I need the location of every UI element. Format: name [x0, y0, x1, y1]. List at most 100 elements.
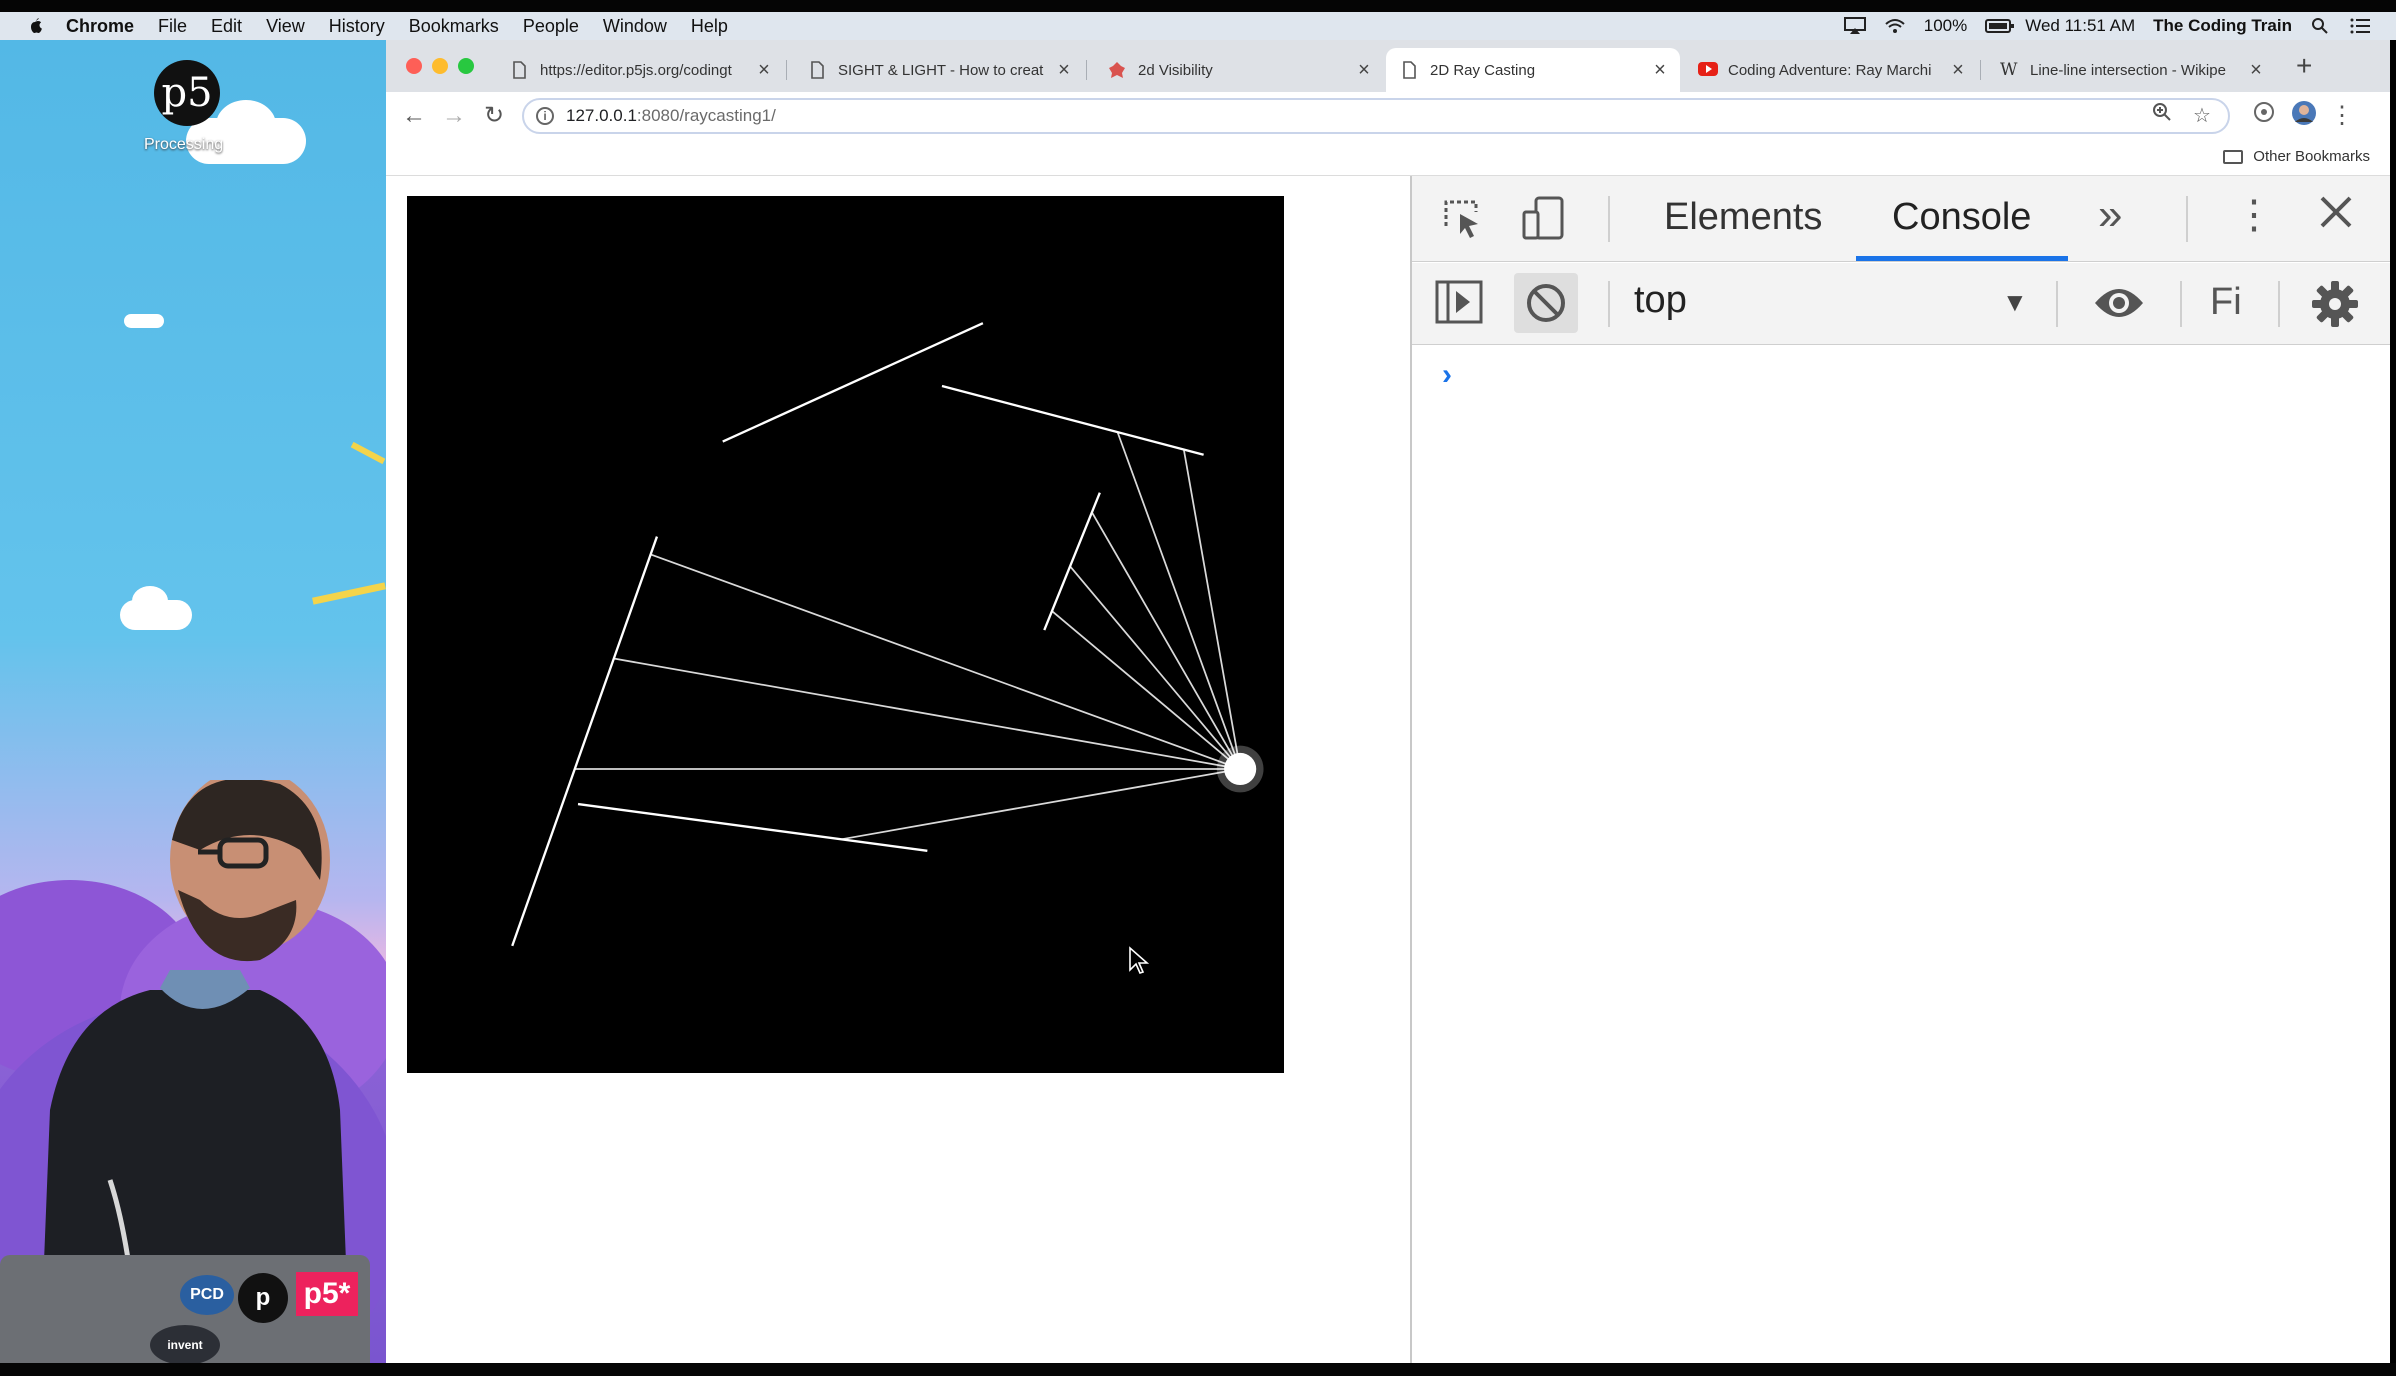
menu-window[interactable]: Window	[603, 16, 667, 37]
dropdown-arrow-icon[interactable]: ▼	[2002, 287, 2028, 318]
console-prompt[interactable]: ›	[1442, 358, 1452, 392]
sketch-canvas[interactable]	[407, 196, 1284, 1073]
p5-logo[interactable]: p5	[154, 60, 220, 126]
menu-bookmarks[interactable]: Bookmarks	[409, 16, 499, 37]
site-info-icon[interactable]: i	[536, 107, 554, 125]
page-content	[386, 176, 1410, 1363]
sticker: invent	[150, 1325, 220, 1365]
menu-file[interactable]: File	[158, 16, 187, 37]
execution-context-select[interactable]: top	[1634, 279, 1687, 322]
device-toolbar-icon[interactable]	[1520, 194, 1568, 247]
clear-console-icon[interactable]	[1514, 273, 1578, 333]
red-blob-icon	[1108, 61, 1126, 79]
tab-title: https://editor.p5js.org/codingt	[540, 61, 732, 79]
console-toolbar: top ▼ Fi	[1412, 263, 2390, 345]
menu-people[interactable]: People	[523, 16, 579, 37]
letterbox-top	[0, 0, 2396, 12]
menu-view[interactable]: View	[266, 16, 305, 37]
tab-divider	[1086, 60, 1087, 80]
minimize-window-button[interactable]	[432, 58, 448, 74]
airplay-icon[interactable]	[1843, 17, 1866, 35]
tab-console[interactable]: Console	[1892, 196, 2031, 239]
console-filter-input[interactable]: Fi	[2210, 281, 2242, 324]
apple-icon[interactable]	[24, 15, 46, 37]
cloud	[132, 586, 168, 616]
decorative-ray	[312, 582, 386, 605]
tab-line-intersection[interactable]: W Line-line intersection - Wikipe ×	[1986, 48, 2276, 92]
tab-close-icon[interactable]: ×	[2244, 59, 2268, 82]
sticker: PCD	[180, 1275, 234, 1315]
kebab-menu-icon[interactable]: ⋮	[2234, 192, 2274, 238]
tab-2d-ray-casting[interactable]: 2D Ray Casting ×	[1386, 48, 1680, 92]
tab-divider	[1980, 60, 1981, 80]
page-icon	[1400, 61, 1418, 79]
battery-icon[interactable]	[1985, 17, 2015, 35]
divider	[2056, 281, 2058, 327]
tab-close-icon[interactable]: ×	[1946, 59, 1970, 82]
cloud	[124, 314, 164, 328]
address-bar[interactable]: i 127.0.0.1:8080/raycasting1/ ☆	[522, 98, 2230, 134]
tab-editor-p5js[interactable]: https://editor.p5js.org/codingt ×	[496, 48, 784, 92]
more-tabs-chevron-icon[interactable]: »	[2098, 190, 2122, 240]
sidebar-toggle-icon[interactable]	[1434, 279, 1484, 330]
tab-2d-visibility[interactable]: 2d Visibility ×	[1094, 48, 1384, 92]
spotlight-icon[interactable]	[2310, 17, 2332, 35]
url-text[interactable]: 127.0.0.1:8080/raycasting1/	[566, 106, 2148, 126]
active-tab-indicator	[1856, 256, 2068, 261]
page-icon	[808, 61, 826, 79]
tab-title: Line-line intersection - Wikipe	[2030, 61, 2226, 79]
zoom-window-button[interactable]	[458, 58, 474, 74]
zoom-icon[interactable]	[2148, 102, 2176, 130]
tab-strip: https://editor.p5js.org/codingt × SIGHT …	[386, 40, 2390, 92]
tab-title: Coding Adventure: Ray Marchi	[1728, 61, 1932, 79]
tab-elements[interactable]: Elements	[1664, 196, 1822, 239]
menu-edit[interactable]: Edit	[211, 16, 242, 37]
divider	[1608, 281, 1610, 327]
browser-window: https://editor.p5js.org/codingt × SIGHT …	[386, 40, 2390, 1363]
tab-close-icon[interactable]: ×	[1352, 59, 1376, 82]
live-expression-eye-icon[interactable]	[2092, 281, 2146, 330]
inspect-element-icon[interactable]	[1438, 194, 1486, 247]
tab-coding-adventure[interactable]: Coding Adventure: Ray Marchi ×	[1684, 48, 1978, 92]
notification-center-icon[interactable]	[2350, 17, 2372, 35]
settings-gear-icon[interactable]	[2310, 279, 2360, 334]
desktop-icon-label[interactable]: Processing	[144, 136, 223, 154]
console-output[interactable]: ›	[1412, 346, 2390, 1363]
user-name[interactable]: The Coding Train	[2153, 16, 2292, 36]
devtools-tab-bar: Elements Console » ⋮	[1412, 176, 2390, 262]
menu-extras: 100% Wed 11:51 AM The Coding Train	[1843, 12, 2372, 40]
profile-avatar[interactable]	[2288, 100, 2320, 132]
chrome-menu-icon[interactable]: ⋮	[2326, 100, 2358, 132]
menu-app-name[interactable]: Chrome	[66, 16, 134, 37]
close-window-button[interactable]	[406, 58, 422, 74]
close-icon[interactable]	[2314, 190, 2358, 239]
tab-divider	[786, 60, 787, 80]
page-icon	[510, 61, 528, 79]
divider	[2180, 281, 2182, 327]
other-bookmarks[interactable]: Other Bookmarks	[2223, 148, 2370, 165]
wifi-icon[interactable]	[1884, 17, 1906, 35]
sticker: p	[238, 1273, 288, 1323]
tab-close-icon[interactable]: ×	[1648, 59, 1672, 82]
battery-percent: 100%	[1923, 16, 1968, 35]
bookmark-star-icon[interactable]: ☆	[2188, 102, 2216, 130]
tab-title: 2d Visibility	[1138, 61, 1213, 79]
back-icon[interactable]: ←	[398, 100, 430, 132]
mac-menu-bar: Chrome File Edit View History Bookmarks …	[0, 12, 2396, 40]
browser-toolbar: ← → ↻ i 127.0.0.1:8080/raycasting1/ ☆ ⋮	[386, 92, 2390, 140]
tab-close-icon[interactable]: ×	[1052, 59, 1076, 82]
menu-history[interactable]: History	[329, 16, 385, 37]
forward-icon[interactable]: →	[438, 100, 470, 132]
devtools-panel: Elements Console » ⋮ top ▼ Fi ›	[1410, 176, 2390, 1363]
reload-icon[interactable]: ↻	[478, 100, 510, 132]
divider	[2278, 281, 2280, 327]
tab-close-icon[interactable]: ×	[752, 59, 776, 82]
new-tab-button[interactable]: +	[2296, 50, 2312, 82]
youtube-icon	[1698, 61, 1718, 79]
wikipedia-icon: W	[2000, 60, 2018, 80]
clock[interactable]: Wed 11:51 AM	[2025, 16, 2135, 36]
cloud	[216, 100, 276, 150]
extension-icon[interactable]	[2248, 100, 2280, 132]
tab-sight-light[interactable]: SIGHT & LIGHT - How to creat ×	[794, 48, 1084, 92]
menu-help[interactable]: Help	[691, 16, 728, 37]
